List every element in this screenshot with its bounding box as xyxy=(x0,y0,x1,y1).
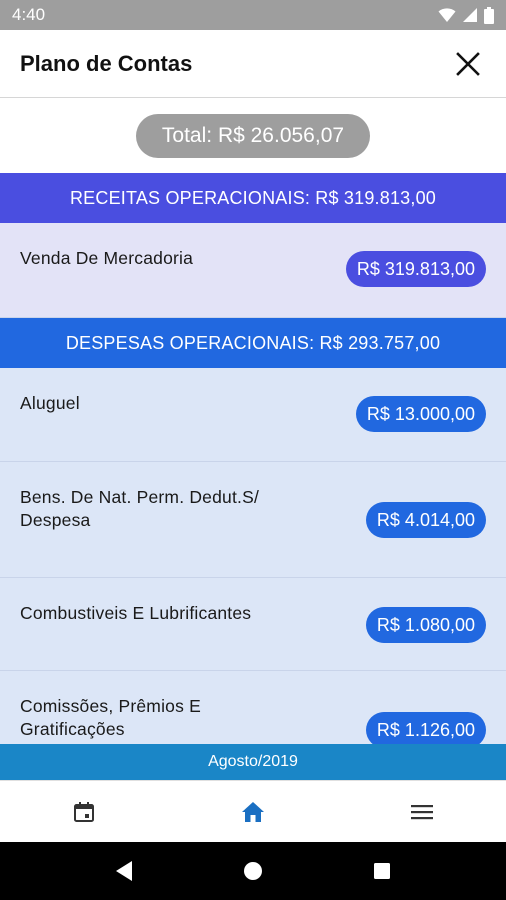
item-label: Bens. De Nat. Perm. Dedut.S/ Despesa xyxy=(20,487,260,530)
menu-icon xyxy=(410,804,433,819)
amount-badge: R$ 4.014,00 xyxy=(365,502,486,538)
list-item[interactable]: Combustiveis E Lubrificantes R$ 1.080,00 xyxy=(0,578,506,671)
system-recents-button[interactable] xyxy=(362,851,402,891)
section-header-despesas: DESPESAS OPERACIONAIS: R$ 293.757,00 xyxy=(0,318,506,368)
item-label: Venda De Mercadoria xyxy=(20,248,194,268)
item-label: Comissões, Prêmios E Gratificações xyxy=(20,696,201,739)
battery-icon xyxy=(484,6,494,24)
system-navigation-bar xyxy=(0,842,506,900)
amount-badge: R$ 1.080,00 xyxy=(365,607,486,643)
home-circle-icon xyxy=(243,862,262,880)
list-item[interactable]: Venda De Mercadoria R$ 319.813,00 xyxy=(0,223,506,318)
close-button[interactable] xyxy=(450,46,486,82)
bottom-navigation xyxy=(0,780,506,842)
accounts-list[interactable]: RECEITAS OPERACIONAIS: R$ 319.813,00 Ven… xyxy=(0,173,506,744)
list-item[interactable]: Aluguel R$ 13.000,00 xyxy=(0,368,506,462)
nav-menu[interactable] xyxy=(337,781,506,842)
back-triangle-icon xyxy=(116,861,133,881)
amount-badge: R$ 319.813,00 xyxy=(345,251,486,287)
section-header-receitas: RECEITAS OPERACIONAIS: R$ 319.813,00 xyxy=(0,173,506,223)
system-icons xyxy=(438,6,494,24)
status-time: 4:40 xyxy=(12,5,46,24)
calendar-icon xyxy=(74,801,95,822)
amount-badge: R$ 1.126,00 xyxy=(365,712,486,744)
nav-calendar[interactable] xyxy=(0,781,169,842)
status-bar: 4:40 xyxy=(0,0,506,30)
system-home-button[interactable] xyxy=(233,851,273,891)
total-badge: Total: R$ 26.056,07 xyxy=(135,114,371,158)
amount-badge: R$ 13.000,00 xyxy=(355,396,486,432)
close-icon xyxy=(456,51,480,76)
month-bar[interactable]: Agosto/2019 xyxy=(0,744,506,780)
list-item[interactable]: Bens. De Nat. Perm. Dedut.S/ Despesa R$ … xyxy=(0,462,506,578)
wifi-icon xyxy=(438,8,456,22)
list-item[interactable]: Comissões, Prêmios E Gratificações R$ 1.… xyxy=(0,671,506,744)
item-label: Combustiveis E Lubrificantes xyxy=(20,603,252,623)
home-icon xyxy=(242,801,264,822)
recents-square-icon xyxy=(373,863,390,879)
app-bar: Plano de Contas xyxy=(0,30,506,98)
system-back-button[interactable] xyxy=(104,851,144,891)
nav-home[interactable] xyxy=(169,781,338,842)
total-container: Total: R$ 26.056,07 xyxy=(0,99,506,173)
item-label: Aluguel xyxy=(20,393,80,413)
page-title: Plano de Contas xyxy=(20,50,193,76)
signal-icon xyxy=(463,8,477,22)
